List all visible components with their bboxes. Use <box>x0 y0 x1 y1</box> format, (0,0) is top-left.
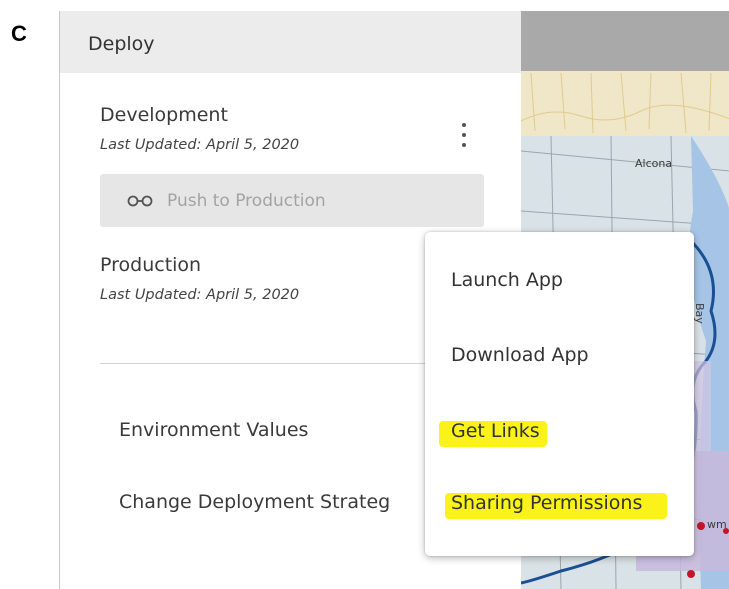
push-button-label: Push to Production <box>167 190 326 211</box>
panel-letter: C <box>11 21 27 46</box>
environment-date-development: Last Updated: April 5, 2020 <box>100 137 300 153</box>
link-icon <box>127 194 153 208</box>
push-to-production-button[interactable]: Push to Production <box>100 174 484 227</box>
kebab-dot-icon <box>462 133 466 137</box>
change-deployment-strategy-link[interactable]: Change Deployment Strateg <box>119 491 390 513</box>
environment-name-production: Production <box>100 254 202 276</box>
map-label-bay: Bay <box>693 303 706 324</box>
sidebar-header: Deploy <box>60 11 521 73</box>
sidebar-title: Deploy <box>88 33 155 55</box>
map-label-wm: wm <box>707 518 727 531</box>
more-options-button[interactable] <box>454 119 474 151</box>
environment-values-link[interactable]: Environment Values <box>119 419 308 441</box>
kebab-dot-icon <box>462 123 466 127</box>
app-screen: Alcona Bay wm Deploy Development Last Up… <box>59 11 729 589</box>
environment-date-production: Last Updated: April 5, 2020 <box>100 287 300 303</box>
menu-item-get-links[interactable]: Get Links <box>451 420 540 442</box>
kebab-dot-icon <box>462 143 466 147</box>
context-menu: Launch App Download App Get Links Sharin… <box>425 232 694 556</box>
map-label-alcona: Alcona <box>635 157 673 170</box>
menu-item-download-app[interactable]: Download App <box>451 344 589 366</box>
environment-name-development: Development <box>100 104 228 126</box>
menu-item-launch-app[interactable]: Launch App <box>451 269 563 291</box>
menu-item-sharing-permissions[interactable]: Sharing Permissions <box>451 492 642 514</box>
